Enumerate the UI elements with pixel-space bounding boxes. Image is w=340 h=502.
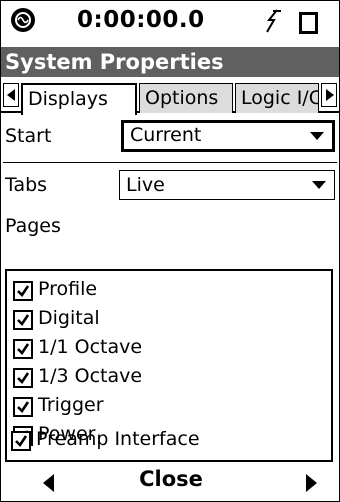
tab-displays[interactable]: Displays	[21, 83, 137, 115]
tabs-select[interactable]: Live	[119, 170, 335, 200]
checkbox[interactable]	[13, 397, 33, 417]
page-label-digital: Digital	[38, 307, 100, 329]
tabs-label: Tabs	[5, 174, 48, 196]
list-item[interactable]: Digital	[11, 306, 329, 334]
list-item[interactable]: 1/1 Octave	[11, 335, 329, 363]
bottom-bar: Close	[1, 465, 339, 501]
page-label-1-3-octave: 1/3 Octave	[38, 365, 143, 387]
start-select-value: Current	[130, 124, 202, 146]
pages-label: Pages	[5, 215, 61, 237]
checkbox[interactable]	[11, 431, 31, 451]
arrow-right-icon	[326, 89, 334, 101]
checkbox[interactable]	[13, 339, 33, 359]
arrow-left-icon	[7, 89, 15, 101]
arrow-left-icon[interactable]	[43, 474, 54, 492]
tabs-select-value: Live	[126, 174, 165, 196]
power-plug-icon	[261, 8, 283, 34]
arrow-right-icon[interactable]	[306, 474, 317, 492]
status-bar: 0:00:00.0	[1, 1, 339, 41]
list-item[interactable]: Preamp Interface	[9, 427, 327, 455]
page-label-trigger: Trigger	[38, 394, 104, 416]
dialog-title: System Properties	[1, 47, 339, 77]
list-item[interactable]: Trigger	[11, 393, 329, 421]
battery-icon	[299, 12, 318, 34]
tab-bar: Displays Options Logic I/C	[1, 79, 339, 115]
elapsed-timer: 0:00:00.0	[77, 7, 205, 33]
tab-logic-io[interactable]: Logic I/C	[235, 83, 319, 113]
page-label-profile: Profile	[38, 278, 98, 300]
divider	[3, 162, 337, 163]
close-button[interactable]: Close	[131, 467, 211, 491]
page-label-1-1-octave: 1/1 Octave	[38, 336, 143, 358]
start-select[interactable]: Current	[121, 120, 335, 152]
checkbox[interactable]	[13, 310, 33, 330]
device-screen: 0:00:00.0 System Properties Displays Opt…	[0, 0, 340, 502]
checkbox[interactable]	[13, 368, 33, 388]
list-item[interactable]: Profile	[11, 277, 329, 305]
chevron-down-icon	[310, 132, 324, 140]
start-label: Start	[5, 125, 52, 147]
checkbox[interactable]	[13, 281, 33, 301]
device-logo-icon	[11, 8, 35, 32]
chevron-down-icon	[312, 181, 326, 189]
page-label-preamp-interface: Preamp Interface	[36, 428, 200, 450]
tab-scroll-left-button[interactable]	[3, 83, 19, 107]
list-item[interactable]: 1/3 Octave	[11, 364, 329, 392]
tab-options[interactable]: Options	[139, 83, 233, 113]
tab-scroll-right-button[interactable]	[321, 83, 337, 107]
